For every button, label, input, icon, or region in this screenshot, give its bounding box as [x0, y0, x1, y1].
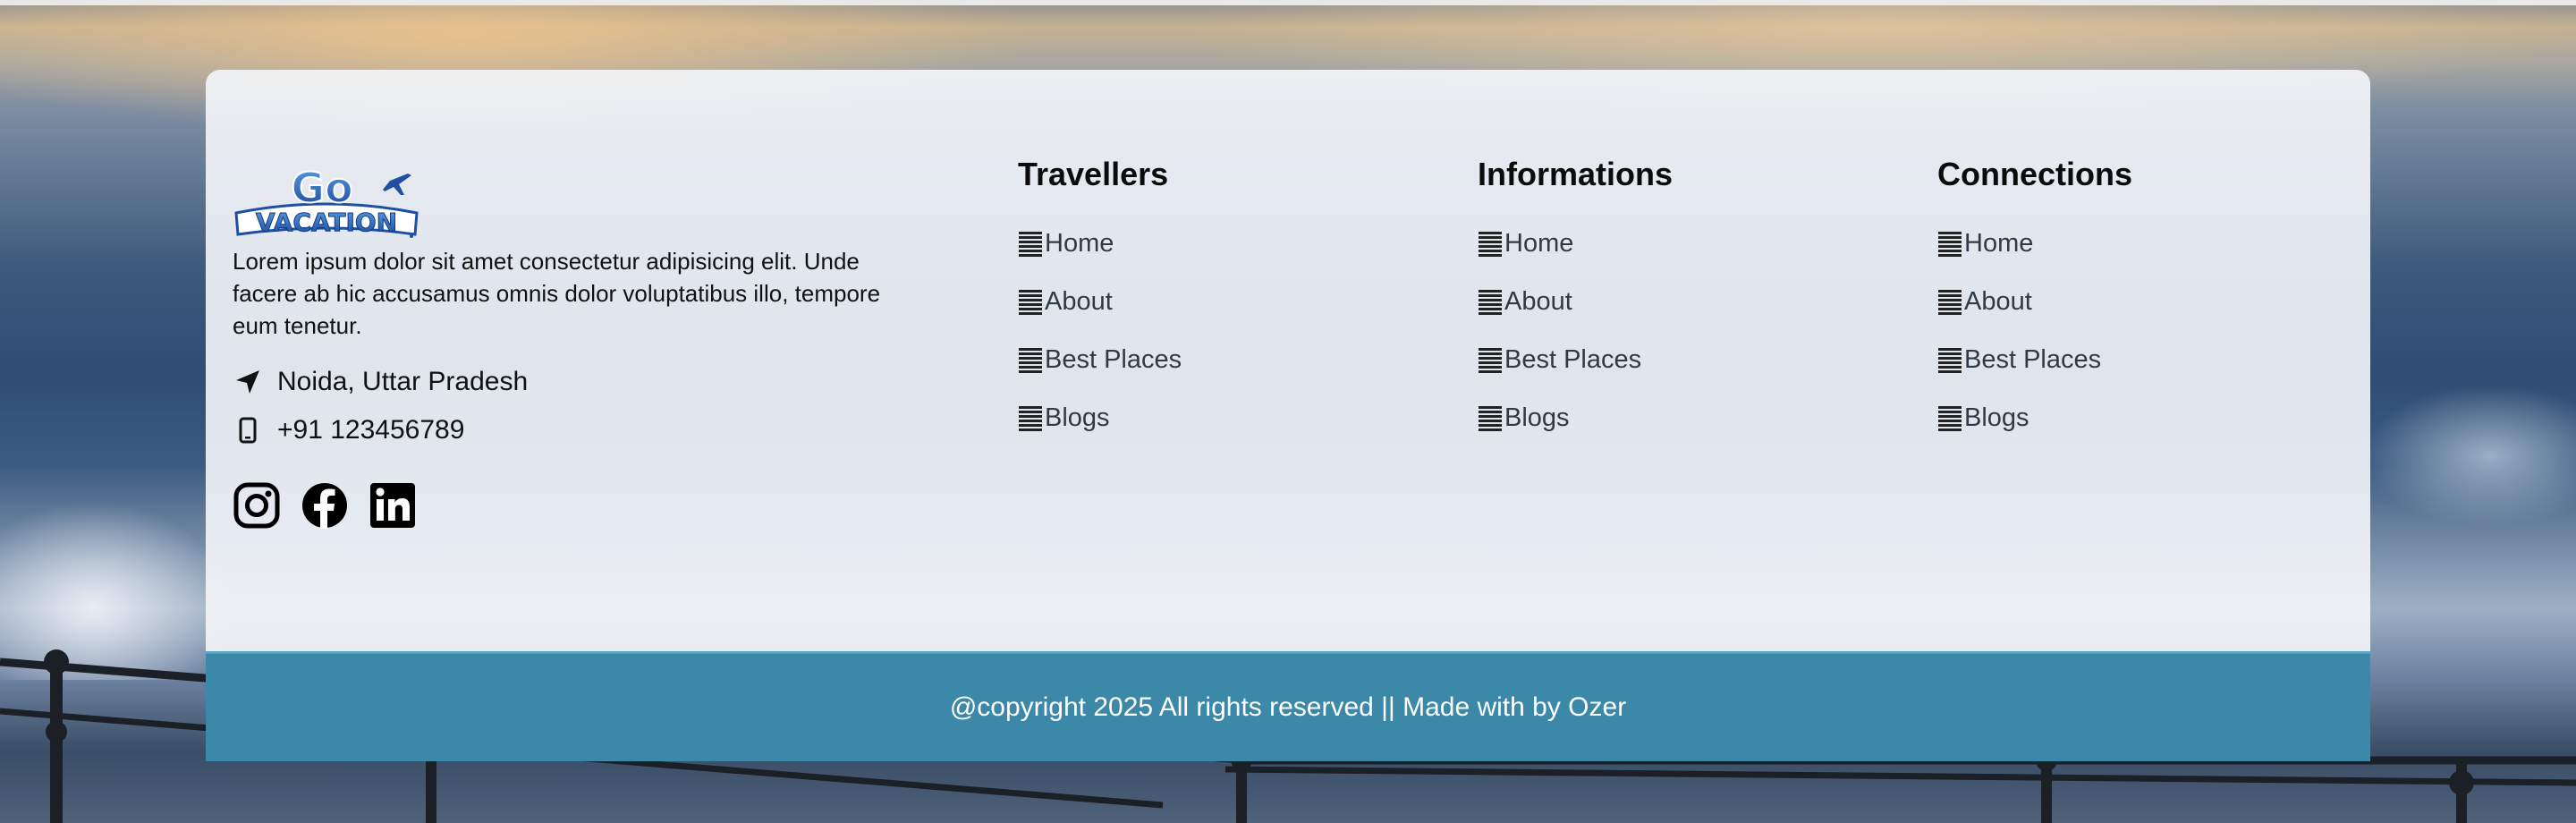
window-edge: [0, 0, 2576, 5]
link-label: Home: [1045, 229, 1114, 258]
footer-link-blogs[interactable]: Blogs: [1018, 389, 1394, 447]
footer-link-best-places[interactable]: Best Places: [1478, 331, 1853, 389]
footer-column-travellers: Travellers Home About Best Places Blogs: [1018, 156, 1394, 447]
footer-link-home[interactable]: Home: [1018, 215, 1394, 273]
link-label: Home: [1964, 229, 2034, 258]
list-icon: [1019, 231, 1042, 257]
copyright-text: @copyright 2025 All rights reserved || M…: [949, 692, 1627, 722]
social-links: [233, 481, 912, 530]
footer-link-blogs[interactable]: Blogs: [1937, 389, 2313, 447]
link-label: Best Places: [1964, 345, 2102, 374]
column-title: Travellers: [1018, 156, 1169, 192]
list-icon: [1479, 405, 1502, 431]
list-icon: [1938, 289, 1962, 315]
phone-text: +91 123456789: [277, 415, 465, 445]
link-label: Blogs: [1964, 403, 2029, 432]
footer-link-about[interactable]: About: [1018, 273, 1394, 331]
column-title: Connections: [1937, 156, 2133, 192]
footer-link-about[interactable]: About: [1478, 273, 1853, 331]
list-icon: [1479, 231, 1502, 257]
mobile-phone-icon: [233, 415, 263, 445]
link-label: Home: [1504, 229, 1574, 258]
page: VACATION Go Lorem ipsum dolor sit amet c…: [0, 0, 2576, 823]
link-label: About: [1045, 287, 1113, 316]
list-icon: [1019, 289, 1042, 315]
wave-spray: [2361, 385, 2576, 528]
facebook-icon[interactable]: [301, 481, 349, 530]
footer-link-best-places[interactable]: Best Places: [1018, 331, 1394, 389]
brand-description: Lorem ipsum dolor sit amet consectetur a…: [233, 248, 881, 339]
footer-link-home[interactable]: Home: [1478, 215, 1853, 273]
footer-link-about[interactable]: About: [1937, 273, 2313, 331]
list-icon: [1938, 347, 1962, 373]
footer-link-blogs[interactable]: Blogs: [1478, 389, 1853, 447]
list-icon: [1938, 405, 1962, 431]
brand-section: VACATION Go Lorem ipsum dolor sit amet c…: [233, 159, 912, 530]
contact-location: Noida, Uttar Pradesh: [233, 367, 912, 397]
footer-card: VACATION Go Lorem ipsum dolor sit amet c…: [206, 70, 2370, 651]
link-label: About: [1504, 287, 1572, 316]
linkedin-icon[interactable]: [369, 481, 417, 530]
instagram-icon[interactable]: [233, 481, 281, 530]
svg-text:Go: Go: [291, 164, 352, 212]
list-icon: [1019, 405, 1042, 431]
copyright-bar: @copyright 2025 All rights reserved || M…: [206, 651, 2370, 761]
link-label: Best Places: [1504, 345, 1642, 374]
footer-link-best-places[interactable]: Best Places: [1937, 331, 2313, 389]
link-label: Blogs: [1045, 403, 1110, 432]
list-icon: [1938, 231, 1962, 257]
list-icon: [1019, 347, 1042, 373]
go-vacation-logo[interactable]: VACATION Go: [233, 159, 420, 238]
location-arrow-icon: [233, 367, 263, 397]
link-label: Blogs: [1504, 403, 1570, 432]
footer-column-informations: Informations Home About Best Places Blog…: [1478, 156, 1853, 447]
footer-link-home[interactable]: Home: [1937, 215, 2313, 273]
footer-column-connections: Connections Home About Best Places Blogs: [1937, 156, 2313, 447]
wave-spray: [0, 501, 233, 680]
list-icon: [1479, 347, 1502, 373]
location-text: Noida, Uttar Pradesh: [277, 367, 529, 396]
link-label: Best Places: [1045, 345, 1182, 374]
contact-phone: +91 123456789: [233, 415, 912, 445]
link-label: About: [1964, 287, 2032, 316]
list-icon: [1479, 289, 1502, 315]
column-title: Informations: [1478, 156, 1674, 192]
